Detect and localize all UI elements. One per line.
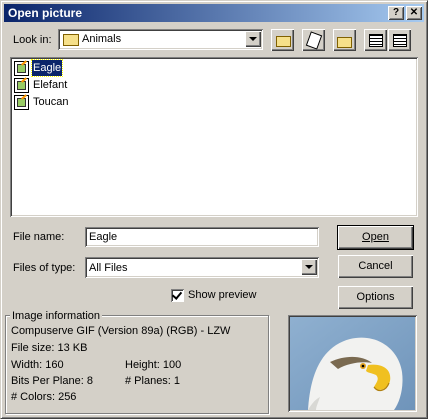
image-planes: # Planes: 1 — [125, 375, 181, 387]
open-button[interactable]: Open — [338, 226, 413, 249]
picture-file-icon — [14, 61, 29, 76]
options-button[interactable]: Options — [338, 286, 413, 309]
cancel-button-label: Cancel — [358, 260, 393, 272]
look-in-label-text: Look in: — [13, 34, 52, 46]
dialog-title: Open picture — [8, 6, 83, 20]
file-type-value: All Files — [89, 262, 128, 274]
image-colors: # Colors: 256 — [11, 391, 77, 403]
file-type-select[interactable]: All Files — [85, 257, 319, 278]
look-in-value: Animals — [82, 33, 122, 45]
look-in-label: Look in: — [13, 34, 52, 46]
show-preview-checkbox[interactable] — [171, 289, 184, 302]
image-bits-per-plane: Bits Per Plane: 8 — [11, 375, 93, 387]
show-preview-label[interactable]: Show preview — [188, 289, 256, 301]
new-folder-button[interactable] — [333, 29, 356, 51]
cancel-button[interactable]: Cancel — [338, 255, 413, 278]
eagle-preview-image — [290, 317, 415, 410]
open-picture-dialog: Open picture ? ✕ Look in: Animals Eagle … — [0, 0, 428, 419]
up-folder-icon — [276, 36, 291, 47]
options-button-label: Options — [356, 291, 395, 303]
list-view-button[interactable] — [364, 29, 387, 51]
up-folder-button[interactable] — [271, 29, 294, 51]
details-view-icon — [393, 34, 407, 47]
image-height: Height: 100 — [125, 359, 182, 371]
close-button[interactable]: ✕ — [406, 6, 422, 20]
image-information-title: Image information — [10, 310, 103, 322]
folder-icon — [63, 34, 79, 46]
open-button-label: Open — [362, 231, 389, 243]
image-preview — [288, 315, 417, 412]
image-file-size: File size: 13 KB — [11, 342, 88, 354]
file-list[interactable]: Eagle Elefant Toucan — [10, 57, 418, 217]
desktop-icon — [305, 31, 323, 50]
file-name-text: Elefant — [33, 79, 68, 91]
picture-file-icon — [14, 95, 29, 110]
new-folder-icon — [337, 37, 352, 48]
file-name-value: Eagle — [89, 231, 118, 243]
file-name-text: Toucan — [33, 96, 69, 108]
title-bar[interactable]: Open picture ? ✕ — [4, 4, 424, 22]
list-view-icon — [369, 34, 383, 47]
file-name-text: Eagle — [30, 59, 64, 77]
details-view-button[interactable] — [388, 29, 411, 51]
picture-file-icon — [14, 78, 29, 93]
file-type-label: Files of type: — [13, 262, 76, 274]
chevron-down-icon[interactable] — [301, 259, 317, 275]
file-name-input[interactable]: Eagle — [85, 227, 319, 247]
image-width: Width: 160 — [11, 359, 64, 371]
file-name-label: File name: — [13, 231, 65, 243]
desktop-button[interactable] — [302, 29, 325, 51]
chevron-down-icon[interactable] — [245, 31, 261, 47]
look-in-combobox[interactable]: Animals — [58, 29, 263, 50]
help-button[interactable]: ? — [388, 6, 404, 20]
image-format: Compuserve GIF (Version 89a) (RGB) - LZW — [11, 325, 231, 337]
